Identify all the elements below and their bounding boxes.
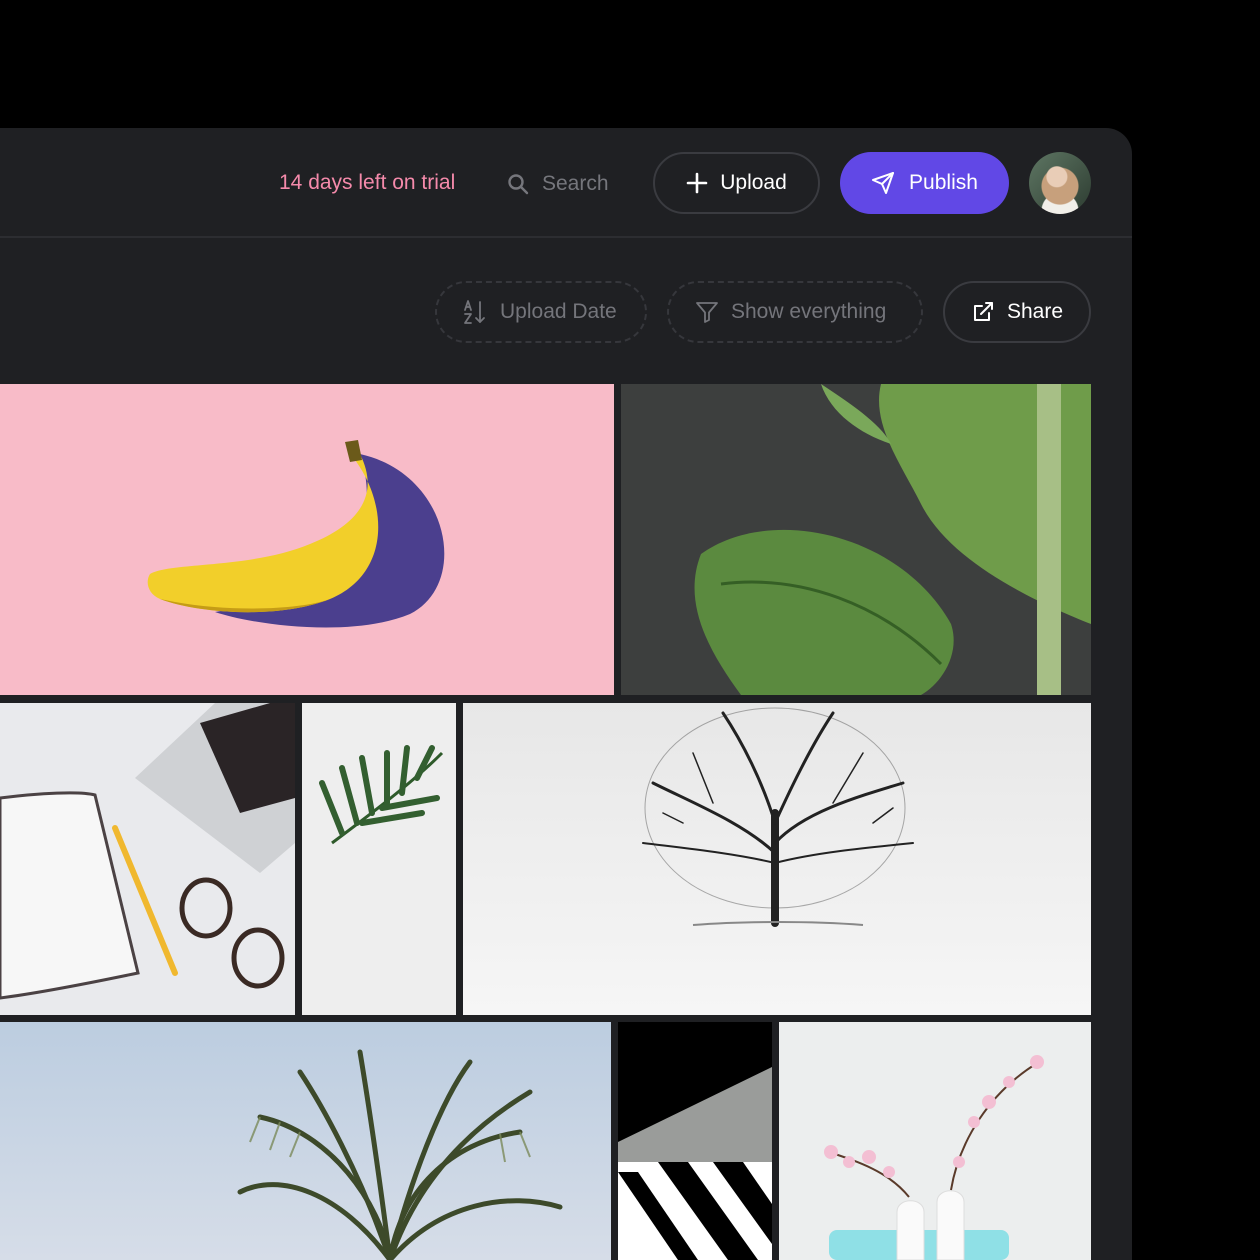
trial-status[interactable]: 14 days left on trial — [279, 171, 455, 195]
user-avatar[interactable] — [1029, 152, 1091, 214]
external-link-icon — [971, 300, 995, 324]
monstera-leaf-photo[interactable] — [621, 384, 1091, 695]
desk-laptop-photo[interactable] — [0, 703, 295, 1015]
search-icon — [506, 172, 530, 196]
upload-label: Upload — [720, 171, 787, 194]
app-window: 14 days left on trial Search Upload Publ… — [0, 128, 1132, 1260]
upload-button[interactable]: Upload — [653, 152, 820, 214]
share-label: Share — [1007, 300, 1064, 323]
sort-az-icon — [462, 299, 488, 325]
publish-button[interactable]: Publish — [840, 152, 1009, 214]
winter-tree-photo[interactable] — [463, 703, 1091, 1015]
search-field[interactable]: Search — [506, 170, 609, 198]
filter-button[interactable]: Show everything — [667, 281, 923, 343]
flower-vases-photo[interactable] — [779, 1022, 1091, 1260]
share-button[interactable]: Share — [943, 281, 1091, 343]
filter-label: Show everything — [731, 300, 887, 323]
banana-photo[interactable] — [0, 384, 614, 695]
sort-button[interactable]: Upload Date — [435, 281, 647, 343]
filter-icon — [695, 300, 719, 324]
palm-tree-photo[interactable] — [0, 1022, 611, 1260]
send-icon — [871, 171, 895, 195]
plus-icon — [686, 172, 708, 194]
striped-wall-photo[interactable] — [618, 1022, 772, 1260]
sort-label: Upload Date — [500, 300, 617, 323]
top-header: 14 days left on trial Search Upload Publ… — [0, 128, 1132, 238]
palm-leaf-photo[interactable] — [302, 703, 456, 1015]
search-placeholder: Search — [542, 172, 609, 195]
publish-label: Publish — [909, 171, 978, 194]
